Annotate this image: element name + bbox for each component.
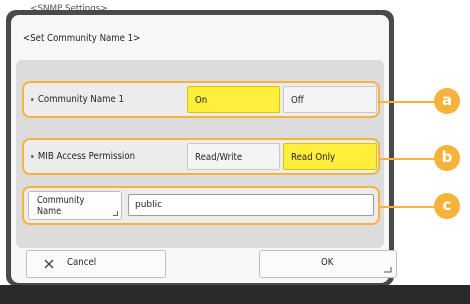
callout-a-badge: a <box>434 88 460 114</box>
ok-label: OK <box>321 257 334 268</box>
ok-button[interactable]: OK <box>259 250 397 278</box>
corner-arrow-icon <box>113 211 118 216</box>
community-name-1-label: Community Name 1 <box>31 83 124 116</box>
community-name-1-on-button[interactable]: On <box>187 86 280 113</box>
cancel-button[interactable]: Cancel <box>26 250 166 278</box>
mib-access-permission-row: MIB Access Permission Read/Write Read On… <box>22 138 380 175</box>
callout-c-badge: c <box>434 193 460 219</box>
mib-read-only-button[interactable]: Read Only <box>283 143 377 170</box>
mib-access-permission-label: MIB Access Permission <box>31 140 135 173</box>
community-name-row: Community Name public <box>22 186 380 225</box>
community-name-input[interactable]: public <box>128 194 374 216</box>
footer-bar: Cancel OK <box>16 250 397 278</box>
community-name-1-off-button[interactable]: Off <box>283 86 377 113</box>
callout-b-line <box>380 158 438 160</box>
community-name-1-row: Community Name 1 On Off <box>22 81 380 118</box>
mib-read-write-button[interactable]: Read/Write <box>187 143 280 170</box>
dialog-title: <Set Community Name 1> <box>23 33 141 44</box>
callout-a-line <box>380 101 438 103</box>
background-bottom-bar <box>0 285 470 304</box>
community-name-button-label: Community Name <box>37 195 85 217</box>
callout-c-line <box>380 206 438 208</box>
close-icon <box>44 259 54 269</box>
community-name-button[interactable]: Community Name <box>28 191 122 220</box>
enter-corner-icon <box>384 267 392 273</box>
cancel-label: Cancel <box>67 257 97 268</box>
callout-b-badge: b <box>434 145 460 171</box>
